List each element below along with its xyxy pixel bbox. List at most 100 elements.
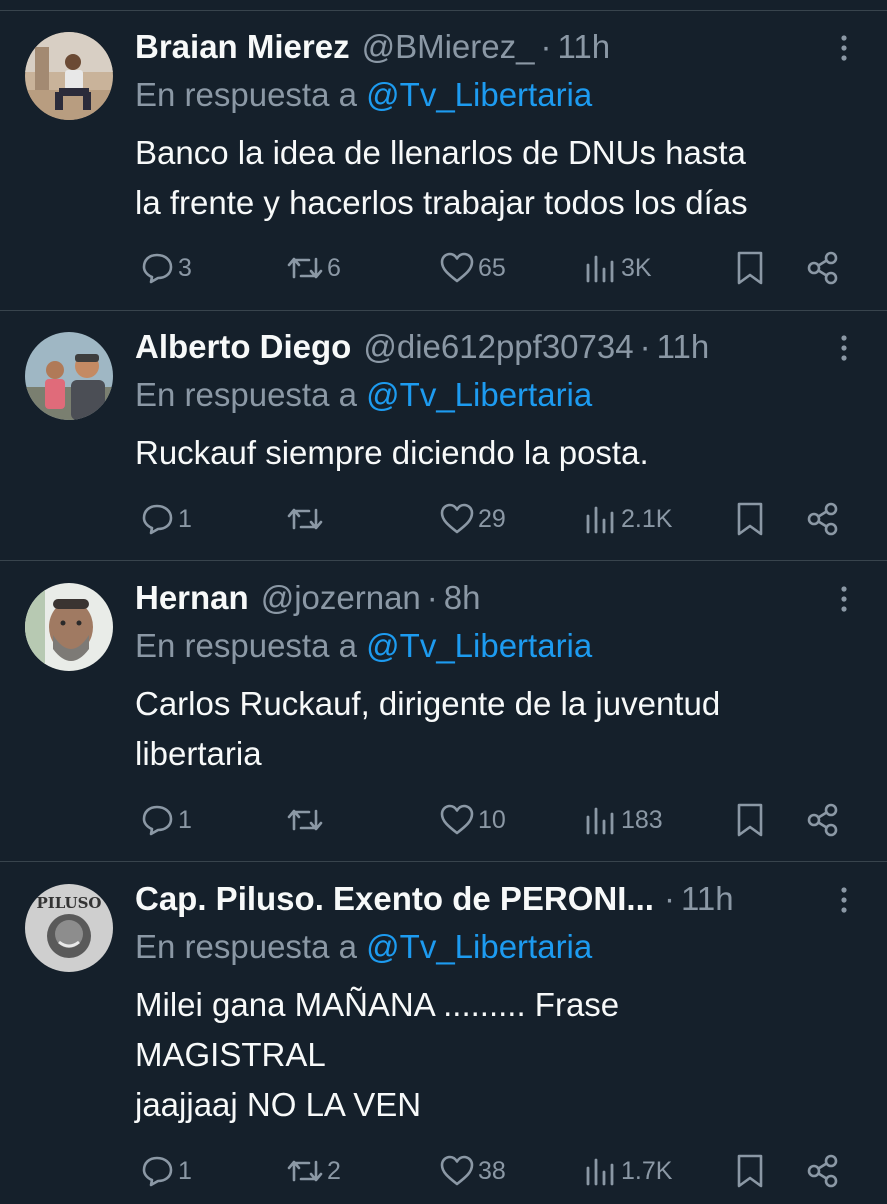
bookmark-button[interactable]: [735, 248, 765, 288]
author-name[interactable]: Cap. Piluso. Exento de PERONI...: [135, 880, 654, 918]
action-bar: 1 2 38 1.7K: [0, 1151, 887, 1191]
tweet-text: Carlos Ruckauf, dirigente de la juventud…: [135, 685, 721, 772]
views-icon: [586, 1158, 614, 1186]
share-button[interactable]: [805, 499, 841, 539]
tweet-header: Hernan @jozernan · 8h: [135, 576, 481, 620]
avatar[interactable]: [25, 32, 113, 120]
separator-dot: ·: [663, 880, 675, 917]
action-bar: 1 29 2.1K: [0, 499, 887, 539]
views-icon: [586, 506, 614, 534]
author-name[interactable]: Braian Mierez: [135, 28, 350, 66]
reply-prefix: En respuesta a: [135, 376, 357, 413]
bookmark-icon: [737, 1154, 763, 1188]
like-icon: [440, 503, 474, 534]
retweet-button[interactable]: 2: [285, 1151, 341, 1191]
action-bar: 3 6 65 3K: [0, 248, 887, 288]
tweet-header: Cap. Piluso. Exento de PERONI... · 11h: [135, 877, 734, 921]
views-button[interactable]: 183: [583, 800, 663, 840]
like-count: 29: [478, 504, 506, 533]
tweet-text: Banco la idea de llenarlos de DNUs hasta…: [135, 134, 748, 221]
separator-dot: ·: [426, 579, 438, 616]
views-count: 2.1K: [621, 504, 673, 533]
more-icon[interactable]: [832, 33, 856, 63]
avatar[interactable]: [25, 583, 113, 671]
retweet-icon: [287, 508, 323, 530]
author-handle[interactable]: @die612ppf30734: [363, 328, 633, 366]
share-button[interactable]: [805, 800, 841, 840]
like-count: 65: [478, 253, 506, 282]
share-icon: [807, 502, 838, 536]
like-button[interactable]: 65: [438, 248, 506, 288]
views-count: 3K: [621, 253, 652, 282]
views-icon: [586, 255, 614, 283]
reply-mention-link[interactable]: @Tv_Libertaria: [366, 928, 592, 965]
views-button[interactable]: 1.7K: [583, 1151, 672, 1191]
reply-icon: [142, 253, 173, 284]
like-button[interactable]: 29: [438, 499, 506, 539]
share-button[interactable]: [805, 248, 841, 288]
bookmark-icon: [737, 803, 763, 837]
reply-button[interactable]: 1: [138, 800, 192, 840]
avatar[interactable]: PILUSO: [25, 884, 113, 972]
author-handle[interactable]: @jozernan: [261, 579, 421, 617]
timestamp[interactable]: 11h: [657, 328, 710, 366]
reply-icon: [142, 504, 173, 535]
views-icon: [586, 807, 614, 835]
share-button[interactable]: [805, 1151, 841, 1191]
views-count: 1.7K: [621, 1156, 673, 1185]
reply-prefix: En respuesta a: [135, 627, 357, 664]
tweet[interactable]: Braian Mierez @BMierez_ · 11h En respues…: [0, 11, 887, 311]
author-name[interactable]: Alberto Diego: [135, 328, 351, 366]
timestamp[interactable]: 8h: [444, 579, 481, 617]
author-handle[interactable]: @BMierez_: [362, 28, 535, 66]
like-button[interactable]: 38: [438, 1151, 506, 1191]
tweet[interactable]: PILUSO Cap. Piluso. Exento de PERONI... …: [0, 863, 887, 1204]
share-icon: [807, 251, 838, 285]
reply-count: 3: [178, 253, 192, 282]
like-button[interactable]: 10: [438, 800, 506, 840]
reply-icon: [142, 1156, 173, 1187]
like-count: 38: [478, 1156, 506, 1185]
tweet[interactable]: Hernan @jozernan · 8h En respuesta a @Tv…: [0, 562, 887, 862]
reply-button[interactable]: 3: [138, 248, 192, 288]
bookmark-button[interactable]: [735, 499, 765, 539]
views-count: 183: [621, 805, 663, 834]
reply-context: En respuesta a @Tv_Libertaria: [135, 76, 592, 114]
author-name[interactable]: Hernan: [135, 579, 249, 617]
reply-mention-link[interactable]: @Tv_Libertaria: [366, 76, 592, 113]
views-button[interactable]: 2.1K: [583, 499, 672, 539]
timestamp[interactable]: 11h: [681, 880, 734, 918]
reply-button[interactable]: 1: [138, 499, 192, 539]
reply-count: 1: [178, 805, 192, 834]
retweet-button[interactable]: [285, 499, 327, 539]
tweet-text: Ruckauf siempre diciendo la posta.: [135, 434, 649, 471]
avatar[interactable]: [25, 332, 113, 420]
reply-button[interactable]: 1: [138, 1151, 192, 1191]
reply-mention-link[interactable]: @Tv_Libertaria: [366, 627, 592, 664]
more-icon[interactable]: [832, 333, 856, 363]
more-icon[interactable]: [832, 885, 856, 915]
timestamp[interactable]: 11h: [557, 28, 610, 66]
tweet-text: Milei gana MAÑANA ......... Frase MAGIST…: [135, 986, 620, 1123]
retweet-count: 6: [327, 253, 341, 282]
reply-count: 1: [178, 504, 192, 533]
tweet[interactable]: Alberto Diego @die612ppf30734 · 11h En r…: [0, 311, 887, 561]
reply-context: En respuesta a @Tv_Libertaria: [135, 376, 592, 414]
tweet-header: Alberto Diego @die612ppf30734 · 11h: [135, 325, 709, 369]
retweet-button[interactable]: [285, 800, 327, 840]
share-icon: [807, 1154, 838, 1188]
tweet-header: Braian Mierez @BMierez_ · 11h: [135, 25, 610, 69]
reply-context: En respuesta a @Tv_Libertaria: [135, 928, 592, 966]
more-icon[interactable]: [832, 584, 856, 614]
retweet-count: 2: [327, 1156, 341, 1185]
separator-dot: ·: [639, 328, 651, 365]
reply-prefix: En respuesta a: [135, 928, 357, 965]
bookmark-button[interactable]: [735, 1151, 765, 1191]
bookmark-icon: [737, 502, 763, 536]
reply-icon: [142, 805, 173, 836]
views-button[interactable]: 3K: [583, 248, 652, 288]
retweet-button[interactable]: 6: [285, 248, 341, 288]
reply-mention-link[interactable]: @Tv_Libertaria: [366, 376, 592, 413]
bookmark-button[interactable]: [735, 800, 765, 840]
retweet-icon: [287, 257, 323, 279]
